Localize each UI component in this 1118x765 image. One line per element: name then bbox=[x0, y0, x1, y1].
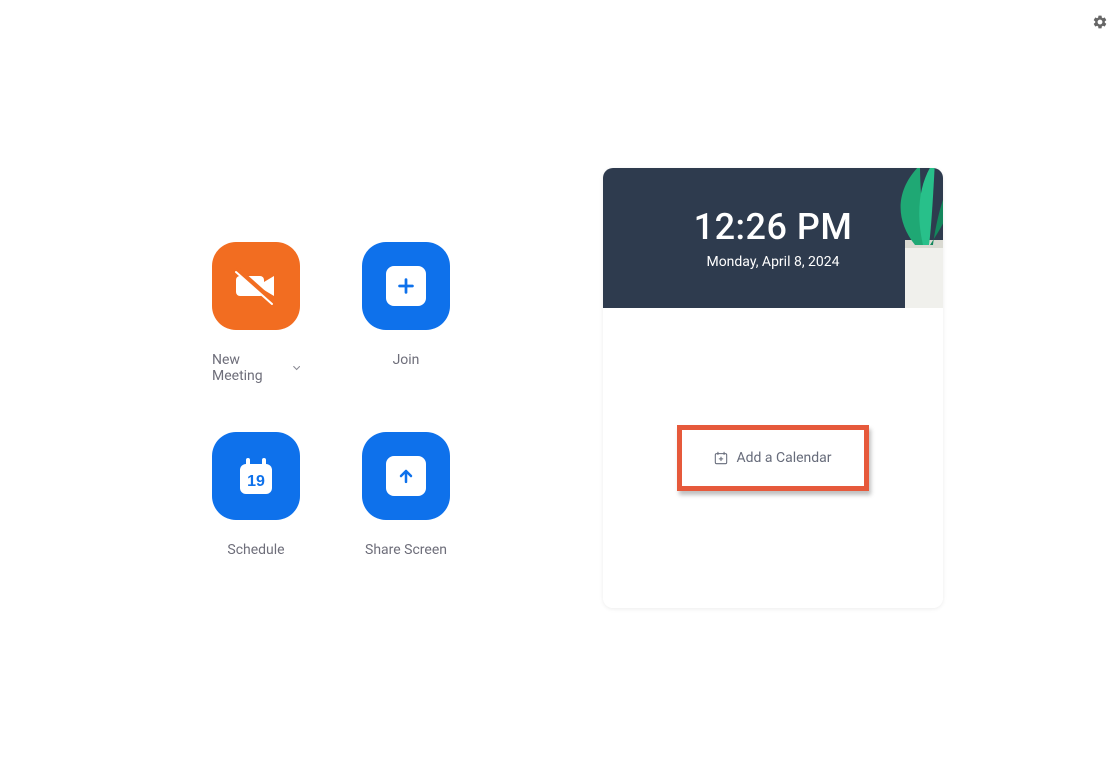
gear-icon bbox=[1092, 14, 1108, 30]
schedule-label: Schedule bbox=[227, 542, 284, 558]
calendar-header: 12:26 PM Monday, April 8, 2024 bbox=[603, 168, 943, 308]
plus-icon bbox=[395, 275, 417, 297]
new-meeting-button[interactable]: New Meeting bbox=[212, 242, 300, 384]
join-inner bbox=[386, 266, 426, 306]
new-meeting-label-row: New Meeting bbox=[212, 352, 300, 384]
calendar-day-number: 19 bbox=[247, 473, 265, 490]
share-screen-label: Share Screen bbox=[365, 542, 447, 558]
calendar-panel: 12:26 PM Monday, April 8, 2024 Add a Cal… bbox=[603, 168, 943, 608]
share-inner bbox=[386, 456, 426, 496]
add-calendar-button[interactable]: Add a Calendar bbox=[677, 425, 868, 491]
join-tile bbox=[362, 242, 450, 330]
plant-decoration bbox=[865, 168, 943, 308]
calendar-icon: 19 bbox=[232, 452, 280, 500]
add-calendar-label: Add a Calendar bbox=[736, 450, 831, 466]
chevron-down-icon[interactable] bbox=[293, 364, 300, 372]
schedule-tile: 19 bbox=[212, 432, 300, 520]
actions-grid: New Meeting Join 19 Schedule bbox=[212, 242, 450, 558]
settings-button[interactable] bbox=[1092, 14, 1108, 30]
clock-time: 12:26 PM bbox=[694, 206, 853, 248]
share-screen-tile bbox=[362, 432, 450, 520]
clock-date: Monday, April 8, 2024 bbox=[706, 254, 839, 270]
new-meeting-tile bbox=[212, 242, 300, 330]
calendar-body: Add a Calendar bbox=[603, 308, 943, 608]
arrow-up-icon bbox=[396, 466, 416, 486]
join-button[interactable]: Join bbox=[362, 242, 450, 384]
video-off-icon bbox=[232, 262, 280, 310]
join-label: Join bbox=[393, 352, 420, 368]
calendar-plus-icon bbox=[714, 451, 728, 465]
new-meeting-label: New Meeting bbox=[212, 352, 287, 384]
share-screen-button[interactable]: Share Screen bbox=[362, 432, 450, 558]
schedule-button[interactable]: 19 Schedule bbox=[212, 432, 300, 558]
